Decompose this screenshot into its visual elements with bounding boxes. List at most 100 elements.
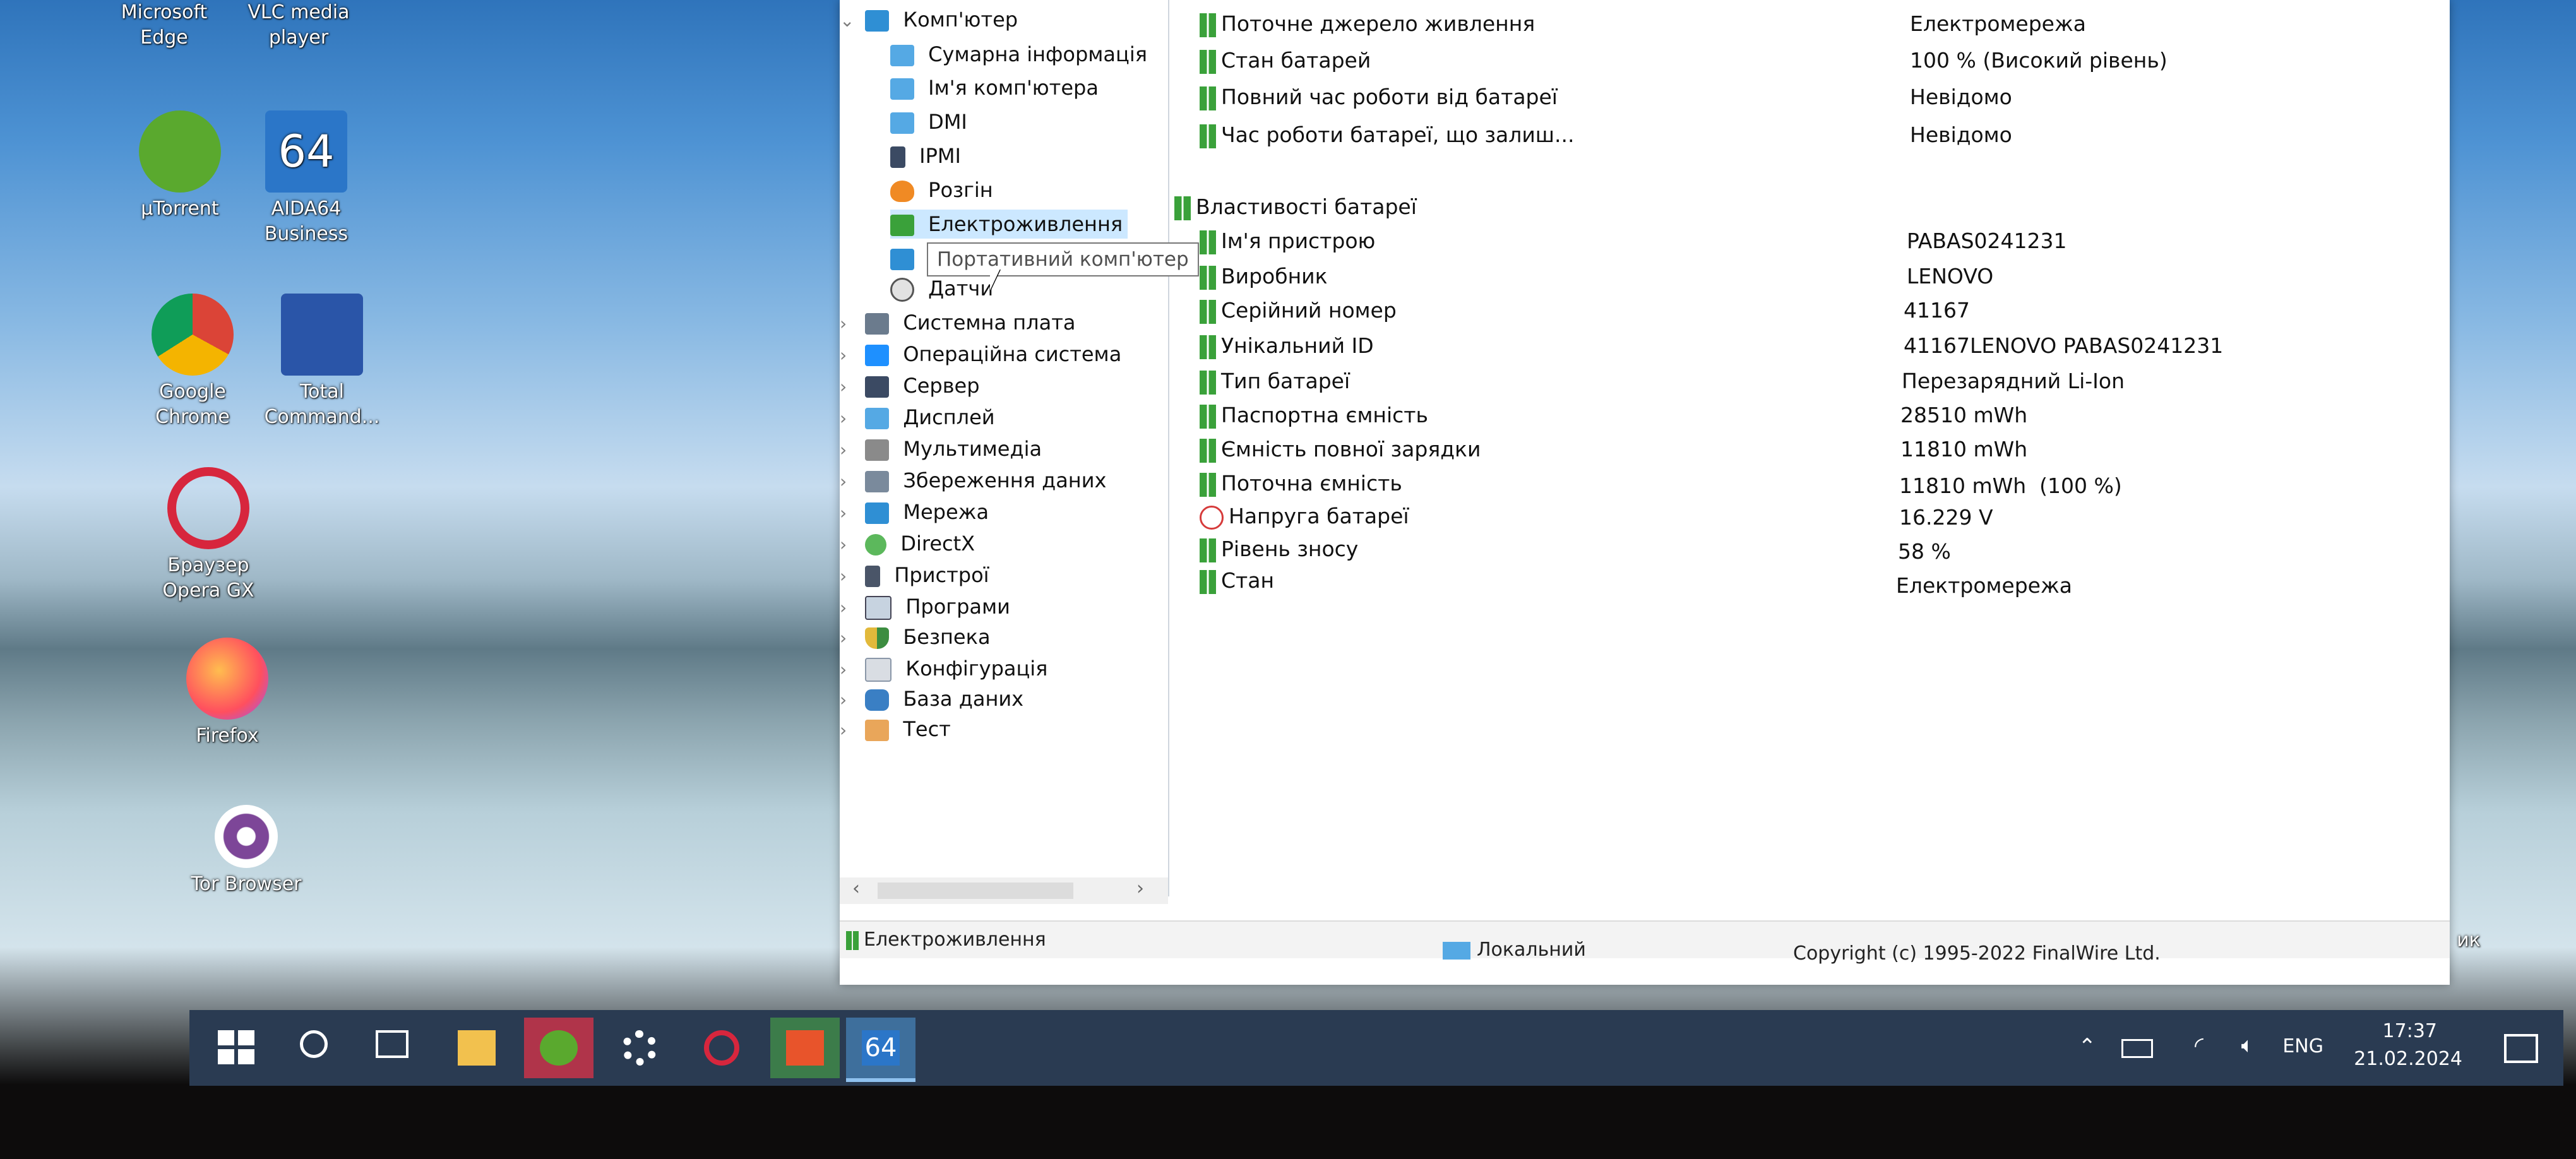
detail-name: Стан батарей	[1221, 48, 1371, 73]
taskbar-file-explorer[interactable]	[442, 1018, 511, 1078]
detail-row-serial[interactable]: Серійний номер	[1200, 295, 1397, 326]
chevron-right-icon[interactable]: ›	[840, 404, 859, 433]
utorrent-label: µTorrent	[141, 198, 219, 220]
detail-name: Тип батареї	[1221, 369, 1351, 393]
detail-name: Унікальний ID	[1221, 333, 1374, 358]
desktop-icon-utorrent[interactable]: µTorrent	[114, 110, 246, 222]
detail-row-state[interactable]: Стан	[1200, 566, 1274, 596]
tree-item-motherboard[interactable]: › Системна плата	[840, 308, 1075, 337]
chevron-right-icon[interactable]: ›	[840, 562, 859, 591]
detail-row-current-capacity[interactable]: Поточна ємність	[1200, 468, 1402, 499]
detail-row-voltage[interactable]: Напруга батареї	[1200, 501, 1409, 532]
scroll-right-icon[interactable]: ›	[1136, 877, 1144, 900]
chevron-right-icon[interactable]: ›	[840, 716, 859, 745]
desktop-icon-chrome[interactable]: Google Chrome	[126, 294, 259, 430]
show-hidden-icons-icon[interactable]: ⌃	[2078, 1034, 2097, 1059]
desktop-icon-edge[interactable]: Microsoft Edge	[98, 0, 230, 51]
detail-value: Електромережа	[1910, 11, 2086, 36]
chevron-right-icon[interactable]: ›	[840, 530, 859, 559]
desktop-icon-opera-gx[interactable]: Браузер Opera GX	[142, 467, 275, 603]
detail-row-device-name[interactable]: Ім'я пристрою	[1200, 226, 1375, 256]
tree-item-computer[interactable]: ⌄ Комп'ютер	[840, 5, 1018, 34]
tree-item-devices[interactable]: › Пристрої	[840, 561, 989, 590]
chevron-right-icon[interactable]: ›	[840, 341, 859, 370]
wifi-icon[interactable]: ◜	[2195, 1033, 2203, 1059]
taskbar-utorrent[interactable]	[524, 1018, 593, 1078]
tree-item-directx[interactable]: › DirectX	[840, 529, 975, 558]
search-button[interactable]	[284, 1018, 354, 1078]
taskbar-aida64[interactable]: 64	[846, 1018, 915, 1082]
chevron-right-icon[interactable]: ›	[840, 499, 859, 528]
tree-item-computer-name[interactable]: Ім'я комп'ютера	[890, 73, 1099, 102]
tree-item-network[interactable]: › Мережа	[840, 497, 989, 526]
chevron-right-icon[interactable]: ›	[840, 467, 859, 496]
tree-horizontal-scrollbar[interactable]: ‹ ›	[840, 877, 1168, 904]
tree-item-summary[interactable]: Сумарна інформація	[890, 40, 1147, 69]
volume-icon[interactable]: 🔈︎	[2241, 1033, 2254, 1058]
chevron-down-icon[interactable]: ⌄	[840, 6, 859, 35]
tree-item-test[interactable]: › Тест	[840, 715, 951, 744]
scroll-left-icon[interactable]: ‹	[852, 877, 860, 900]
tree-item-os[interactable]: › Операційна система	[840, 340, 1121, 369]
tree-label-database: База даних	[903, 687, 1024, 711]
navigation-tree: ⌄ Комп'ютер Сумарна інформація Ім'я комп…	[840, 0, 1169, 904]
desktop-icon-vlc[interactable]: VLC media player	[232, 0, 365, 51]
detail-row-remaining-runtime[interactable]: Час роботи батареї, що залиш...	[1200, 120, 1574, 150]
opera-gx-icon	[704, 1030, 739, 1066]
start-button[interactable]	[202, 1018, 271, 1078]
tree-item-database[interactable]: › База даних	[840, 684, 1023, 713]
detail-row-design-capacity[interactable]: Паспортна ємність	[1200, 400, 1428, 431]
tree-item-programs[interactable]: › Програми	[840, 592, 1010, 621]
tree-item-storage[interactable]: › Збереження даних	[840, 466, 1106, 495]
search-icon	[300, 1030, 328, 1058]
taskbar-opera-gx[interactable]	[688, 1018, 758, 1078]
desktop-icon-total-commander[interactable]: Total Command...	[256, 294, 388, 430]
detail-row-power-source[interactable]: Поточне джерело живлення	[1200, 9, 1535, 39]
tree-item-security[interactable]: › Безпека	[840, 622, 991, 651]
tree-item-power[interactable]: Електроживлення	[890, 210, 1128, 239]
detail-row-manufacturer[interactable]: Виробник	[1200, 261, 1328, 292]
notifications-icon[interactable]	[2504, 1034, 2538, 1063]
detail-name: Час роботи батареї, що залиш...	[1221, 122, 1575, 147]
chevron-right-icon[interactable]: ›	[840, 309, 859, 338]
clock-date[interactable]: 21.02.2024	[2354, 1048, 2462, 1070]
battery-icon[interactable]	[2121, 1039, 2153, 1058]
tree-item-portable[interactable]	[890, 244, 922, 273]
chevron-right-icon[interactable]: ›	[840, 372, 859, 401]
battery-icon	[1200, 124, 1216, 148]
task-view-button[interactable]	[360, 1018, 429, 1078]
edge-label: Microsoft Edge	[121, 1, 208, 49]
chevron-right-icon[interactable]: ›	[840, 624, 859, 653]
chrome-icon	[152, 294, 234, 376]
chevron-right-icon[interactable]: ›	[840, 655, 859, 684]
detail-row-wear-level[interactable]: Рівень зносу	[1200, 534, 1358, 564]
desktop-icon-aida64[interactable]: 64 AIDA64 Business	[240, 110, 373, 247]
programs-icon	[865, 596, 892, 620]
chevron-right-icon[interactable]: ›	[840, 593, 859, 622]
tree-item-dmi[interactable]: DMI	[890, 107, 967, 136]
chevron-right-icon[interactable]: ›	[840, 686, 859, 715]
chevron-right-icon[interactable]: ›	[840, 436, 859, 465]
taskbar-settings[interactable]	[606, 1018, 676, 1078]
desktop-icon-tor[interactable]: Tor Browser	[180, 805, 313, 897]
detail-row-battery-type[interactable]: Тип батареї	[1200, 366, 1350, 396]
tree-item-overclock[interactable]: Розгін	[890, 175, 993, 205]
detail-name: Ємність повної зарядки	[1221, 437, 1481, 461]
tree-item-server[interactable]: › Сервер	[840, 371, 980, 400]
detail-row-full-charge-capacity[interactable]: Ємність повної зарядки	[1200, 434, 1481, 465]
tree-item-ipmi[interactable]: IPMI	[890, 141, 961, 170]
tree-item-sensors[interactable]: Датчи	[890, 274, 993, 303]
detail-row-full-runtime[interactable]: Повний час роботи від батареї	[1200, 82, 1558, 112]
tree-item-display[interactable]: › Дисплей	[840, 403, 995, 432]
tree-item-config[interactable]: › Конфігурація	[840, 654, 1047, 683]
detail-row-battery-status[interactable]: Стан батарей	[1200, 45, 1371, 76]
scroll-thumb[interactable]	[878, 883, 1073, 899]
desktop-icon-firefox[interactable]: Firefox	[161, 638, 294, 749]
taskbar-office[interactable]	[770, 1018, 840, 1078]
clock-time[interactable]: 17:37	[2383, 1020, 2437, 1042]
tree-item-multimedia[interactable]: › Мультимедіа	[840, 434, 1042, 463]
detail-row-unique-id[interactable]: Унікальний ID	[1200, 331, 1374, 361]
language-indicator[interactable]: ENG	[2282, 1035, 2323, 1057]
monitor-icon	[890, 78, 914, 100]
detail-name: Ім'я пристрою	[1221, 229, 1376, 253]
